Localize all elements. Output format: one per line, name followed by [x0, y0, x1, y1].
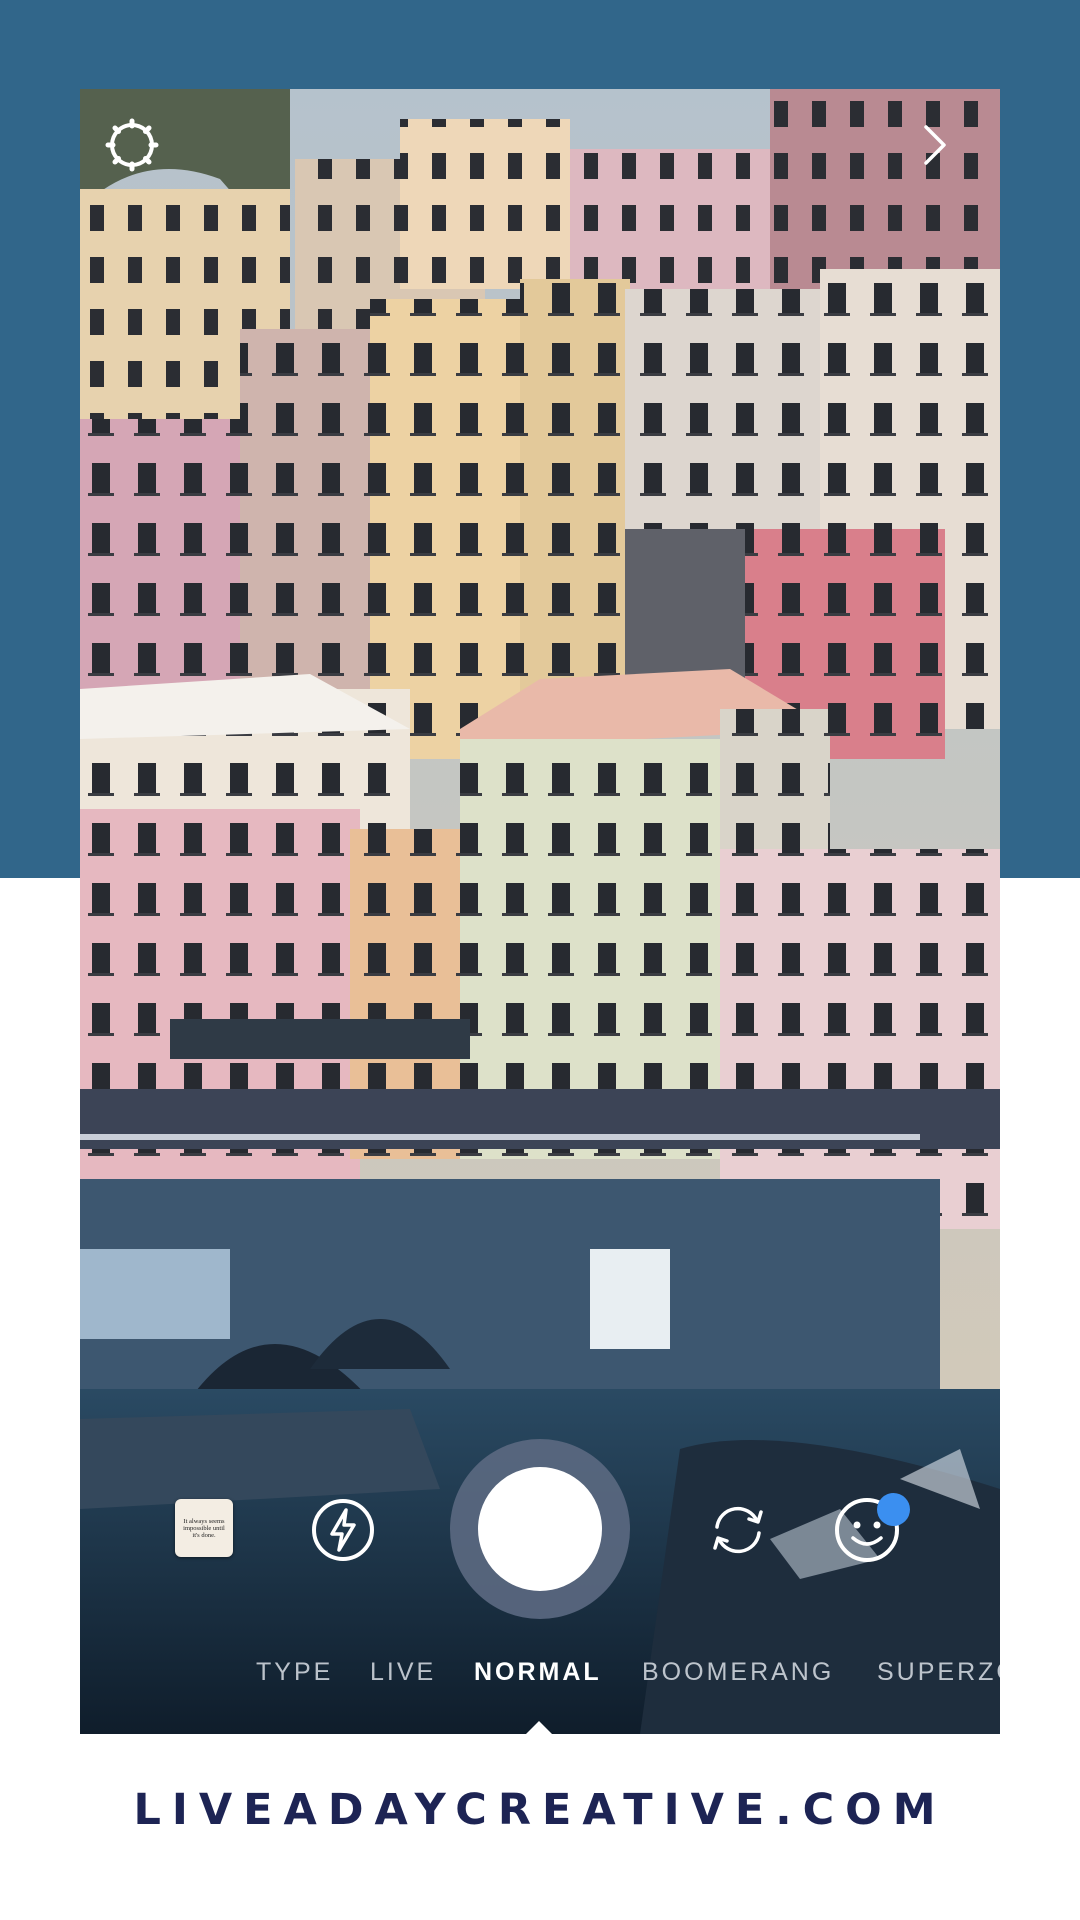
flash-icon[interactable] [310, 1497, 376, 1563]
flash-glyph [312, 1499, 374, 1561]
settings-gear-icon[interactable] [102, 115, 162, 175]
site-url: LIVEADAYCREATIVE.COM [133, 1785, 947, 1835]
mode-normal[interactable]: NORMAL [474, 1658, 602, 1687]
shutter-inner [478, 1467, 602, 1591]
mode-superzoom[interactable]: SUPERZO [877, 1658, 1000, 1687]
mode-type[interactable]: TYPE [256, 1658, 333, 1687]
notification-dot [877, 1493, 910, 1526]
chevron-right-glyph [924, 125, 946, 165]
flip-camera-icon[interactable] [705, 1497, 771, 1563]
active-mode-indicator [526, 1721, 552, 1734]
capture-mode-selector[interactable]: TYPE LIVE NORMAL BOOMERANG SUPERZO [80, 1658, 1000, 1694]
flip-camera-glyph [713, 1506, 763, 1554]
mode-boomerang[interactable]: BOOMERANG [642, 1658, 834, 1687]
chevron-right-icon[interactable] [910, 115, 960, 175]
story-thumbnail-text: It always seems impossible until it's do… [183, 1517, 225, 1539]
camera-viewfinder[interactable]: It always seems impossible until it's do… [80, 89, 1000, 1734]
shutter-button[interactable] [450, 1439, 630, 1619]
mode-live[interactable]: LIVE [370, 1658, 436, 1687]
story-thumbnail[interactable]: It always seems impossible until it's do… [175, 1499, 233, 1557]
settings-gear-glyph [105, 118, 159, 172]
